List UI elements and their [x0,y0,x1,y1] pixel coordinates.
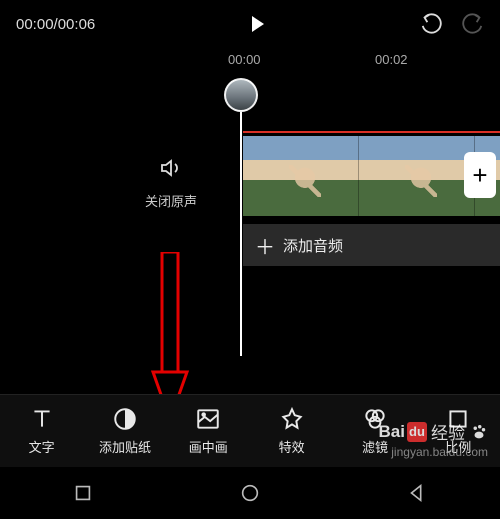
watermark: Baidu经验 jingyan.baidu.com [379,419,488,459]
ruler-tick-0: 00:00 [228,52,261,67]
video-clip[interactable] [359,136,475,216]
undo-icon[interactable] [420,13,442,35]
mute-original-button[interactable]: 关闭原声 [145,156,197,210]
system-navbar [0,467,500,519]
tool-sticker[interactable]: 添加贴纸 [87,406,163,456]
speaker-icon [159,156,183,180]
playhead-thumb[interactable] [224,78,258,112]
player-topbar: 00:00/00:06 [0,0,500,48]
star-icon [279,406,305,432]
time-display: 00:00/00:06 [16,16,95,33]
ruler-tick-2: 00:02 [375,52,408,67]
timeline-workspace[interactable]: 关闭原声 + ＋ 添加音频 [0,76,500,356]
tool-text[interactable]: 文字 [4,406,80,456]
play-icon[interactable] [252,16,264,32]
video-track[interactable] [243,136,500,216]
mute-label: 关闭原声 [145,191,197,210]
playhead-line[interactable] [240,112,242,356]
nav-back-icon[interactable] [406,482,428,504]
pip-icon [195,406,221,432]
nav-recent-icon[interactable] [72,482,94,504]
plus-icon: ＋ [255,231,275,260]
video-clip[interactable] [243,136,359,216]
redo-icon[interactable] [462,13,484,35]
text-icon [29,406,55,432]
undo-redo-group [420,13,484,35]
sticker-icon [112,406,138,432]
tool-effect[interactable]: 特效 [254,406,330,456]
tool-pip[interactable]: 画中画 [170,406,246,456]
nav-home-icon[interactable] [239,482,261,504]
add-clip-button[interactable]: + [464,152,496,198]
add-audio-button[interactable]: ＋ 添加音频 [243,224,500,266]
add-audio-label: 添加音频 [283,235,343,256]
time-ruler[interactable]: 00:00 00:02 [0,48,500,76]
